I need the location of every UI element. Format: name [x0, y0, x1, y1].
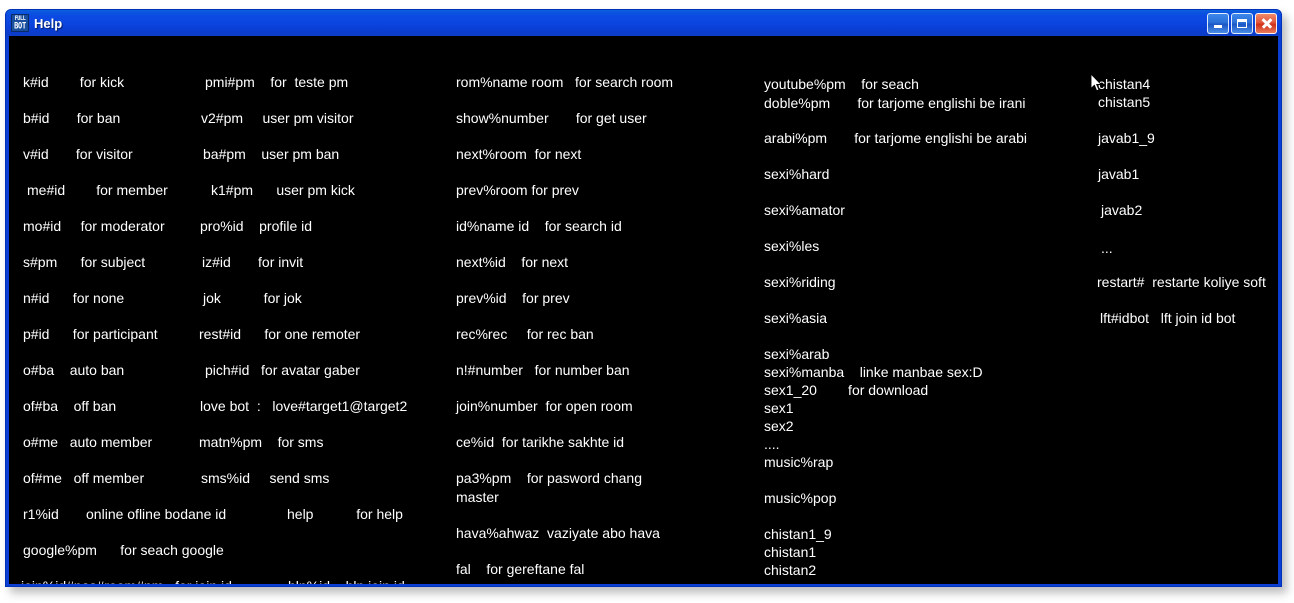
help-entry: restart# restarte koliye soft	[1097, 274, 1266, 290]
help-entry: javab2	[1101, 202, 1143, 218]
help-entry: music%rap	[764, 454, 834, 470]
help-entry: jok for jok	[203, 290, 302, 306]
bot-icon: FULL BOT	[11, 14, 29, 32]
minimize-button[interactable]	[1207, 12, 1229, 34]
help-entry: arabi%pm for tarjome englishi be arabi	[764, 130, 1028, 146]
help-entry: doble%pm for tarjome englishi be irani	[764, 95, 1026, 111]
help-entry: chistan1_9	[764, 526, 832, 542]
help-entry: chistan2	[764, 562, 817, 578]
help-entry: s#pm for subject	[23, 254, 146, 270]
help-entry: next%id for next	[456, 254, 569, 270]
help-entry: chistan4	[1098, 76, 1151, 92]
help-entry: join%id#pas#room#pm for join id	[21, 578, 232, 584]
help-entry: me#id for member	[27, 182, 168, 198]
bot-icon-line-2: BOT	[14, 20, 26, 31]
minimize-icon	[1214, 25, 1222, 28]
help-entry: rom%name room for search room	[456, 74, 674, 90]
help-entry: pich#id for avatar gaber	[205, 362, 360, 378]
help-entry: pro%id profile id	[200, 218, 313, 234]
help-entry: sexi%arab	[764, 346, 830, 362]
help-entry: hlp%id hlp join id	[288, 578, 405, 584]
help-entry: chistan1	[764, 544, 817, 560]
desktop-background: FULL BOT Help k#id for kick b#id for ban v	[0, 0, 1294, 603]
help-entry: hava%ahwaz vaziyate abo hava	[456, 525, 660, 541]
help-entry: fal for gereftane fal	[456, 561, 585, 577]
help-entry: sexi%asia	[764, 310, 828, 326]
close-icon	[1261, 18, 1272, 29]
help-entry: sexi%riding	[764, 274, 836, 290]
help-entry: b#id for ban	[23, 110, 121, 126]
help-entry: n!#number for number ban	[456, 362, 630, 378]
help-entry: iz#id for invit	[202, 254, 304, 270]
help-entry: of#ba off ban	[23, 398, 117, 414]
help-entry: sex1_20 for download	[764, 382, 929, 398]
help-entry: ...	[1101, 240, 1113, 256]
maximize-button[interactable]	[1231, 12, 1253, 34]
help-entry: p#id for participant	[23, 326, 158, 342]
help-entry: pa3%pm for pasword chang	[456, 470, 642, 486]
help-entry: matn%pm for sms	[199, 434, 324, 450]
help-entry: love bot : love#target1@target2	[200, 398, 408, 414]
help-entry: prev%room for prev	[456, 182, 579, 198]
help-entry: k1#pm user pm kick	[211, 182, 355, 198]
help-entry: javab1_9	[1098, 130, 1155, 146]
close-button[interactable]	[1255, 12, 1277, 34]
help-entry: join%number for open room	[456, 398, 633, 414]
help-entry: ce%id for tarikhe sakhte id	[456, 434, 625, 450]
help-entry: o#me auto member	[23, 434, 153, 450]
help-entry: pmi#pm for teste pm	[205, 74, 349, 90]
help-entry: sexi%les	[764, 238, 820, 254]
help-entry: master	[456, 489, 499, 505]
help-entry: sexi%manba linke manbae sex:D	[764, 364, 983, 380]
help-entry: k#id for kick	[23, 74, 125, 90]
help-entry: ....	[764, 436, 780, 452]
help-entry: rec%rec for rec ban	[456, 326, 594, 342]
help-entry: chistan5	[1098, 94, 1151, 110]
help-entry: help for help	[287, 506, 403, 522]
help-entry: of#me off member	[23, 470, 145, 486]
help-entry: sexi%amator	[764, 202, 845, 218]
help-entry: ba#pm user pm ban	[203, 146, 340, 162]
help-entry: music%pop	[764, 490, 837, 506]
help-entry: o#ba auto ban	[23, 362, 125, 378]
help-entry: javab1	[1098, 166, 1140, 182]
help-entry: n#id for none	[23, 290, 125, 306]
help-entry: prev%id for prev	[456, 290, 570, 306]
help-entry: youtube%pm for seach	[764, 76, 919, 92]
window-title: Help	[34, 15, 63, 31]
help-entry: mo#id for moderator	[23, 218, 165, 234]
help-entry: lft#idbot lft join id bot	[1100, 310, 1236, 326]
help-entry: rest#id for one remoter	[199, 326, 361, 342]
maximize-icon	[1237, 18, 1247, 28]
help-entry: v2#pm user pm visitor	[201, 110, 354, 126]
help-entry: sexi%hard	[764, 166, 830, 182]
help-entry: v#id for visitor	[23, 146, 133, 162]
help-window: FULL BOT Help k#id for kick b#id for ban v	[5, 9, 1282, 587]
window-titlebar[interactable]: FULL BOT Help	[6, 10, 1281, 36]
help-entry: id%name id for search id	[456, 218, 622, 234]
help-entry: sms%id send sms	[201, 470, 330, 486]
help-entry: sex2	[764, 418, 794, 434]
help-entry: r1%id online ofline bodane id	[23, 506, 227, 522]
help-entry: sex1	[764, 400, 794, 416]
help-entry: next%room for next	[456, 146, 582, 162]
help-entry: .....	[764, 581, 783, 584]
help-entry: show%number for get user	[456, 110, 647, 126]
help-text-area: k#id for kick b#id for ban v#id for visito…	[9, 36, 1278, 584]
help-entry: google%pm for seach google	[23, 542, 224, 558]
window-controls	[1207, 12, 1277, 34]
